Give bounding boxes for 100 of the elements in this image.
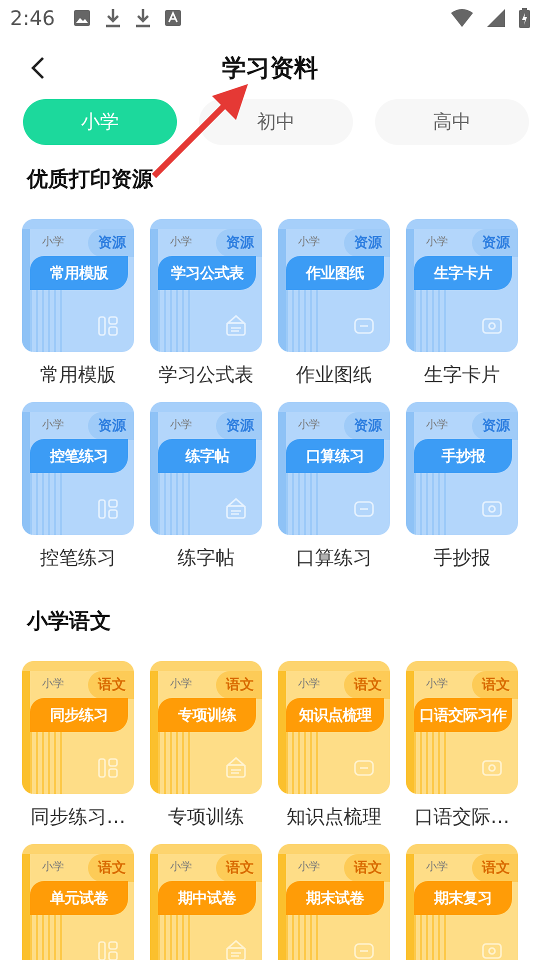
cover-stripes xyxy=(286,290,318,352)
cover-icon xyxy=(96,314,120,338)
download-icon xyxy=(104,8,121,28)
resource-cover[interactable]: 小学 资源 手抄报 xyxy=(406,402,518,535)
cover-stripes xyxy=(414,732,446,794)
cover-stripes xyxy=(30,473,62,535)
resource-label: 作业图纸 xyxy=(296,363,372,388)
cover-tag: 语文 xyxy=(344,854,390,882)
cover-icon xyxy=(96,939,120,960)
cover-title: 期末试卷 xyxy=(286,881,384,915)
resource-label: 生字卡片 xyxy=(424,363,500,388)
battery-icon xyxy=(519,8,530,28)
download-icon xyxy=(134,8,151,28)
cover-tag: 语文 xyxy=(216,671,262,699)
section-title: 小学语文 xyxy=(26,608,112,635)
resource-cover[interactable]: 小学 语文 口语交际习作 xyxy=(406,661,518,794)
cover-icon xyxy=(96,497,120,521)
status-time: 2:46 xyxy=(10,6,55,30)
resource-label: 口算练习 xyxy=(296,546,372,571)
wifi-icon xyxy=(451,9,473,27)
cover-stripes xyxy=(158,290,190,352)
cover-tag: 资源 xyxy=(88,229,134,257)
resource-cover[interactable]: 小学 资源 练字帖 xyxy=(150,402,262,535)
resource-cover[interactable]: 小学 语文 专项训练 xyxy=(150,661,262,794)
cover-title: 期中试卷 xyxy=(158,881,256,915)
cover-title: 控笔练习 xyxy=(30,439,128,473)
cover-stripes xyxy=(158,732,190,794)
cover-stripes xyxy=(414,915,446,960)
resource-label: 学习公式表 xyxy=(158,363,254,388)
grade-tab[interactable]: 初中 xyxy=(199,99,353,145)
cover-stripes xyxy=(30,732,62,794)
cover-icon xyxy=(224,314,248,338)
cover-tag: 资源 xyxy=(216,229,262,257)
cover-icon xyxy=(224,756,248,780)
cover-stripes xyxy=(414,290,446,352)
cover-tag: 资源 xyxy=(344,412,390,440)
cover-grade: 小学 xyxy=(170,676,192,691)
resource-cover[interactable]: 小学 语文 期末复习 xyxy=(406,844,518,960)
cover-grade: 小学 xyxy=(298,859,320,874)
resource-cover[interactable]: 小学 资源 学习公式表 xyxy=(150,219,262,352)
cover-stripes xyxy=(158,473,190,535)
cover-title: 期末复习 xyxy=(414,881,512,915)
resource-cover[interactable]: 小学 资源 作业图纸 xyxy=(278,219,390,352)
cover-stripes xyxy=(414,473,446,535)
resource-label: 手抄报 xyxy=(434,546,490,571)
cover-grade: 小学 xyxy=(42,234,64,249)
resource-cover[interactable]: 小学 资源 常用模版 xyxy=(22,219,134,352)
cover-grade: 小学 xyxy=(42,676,64,691)
cover-grade: 小学 xyxy=(298,234,320,249)
resource-cover[interactable]: 小学 语文 知识点梳理 xyxy=(278,661,390,794)
resource-label: 同步练习… xyxy=(30,805,126,830)
cover-stripes xyxy=(286,915,318,960)
cover-tag: 语文 xyxy=(472,671,518,699)
resource-label: 知识点梳理 xyxy=(286,805,382,830)
cover-title: 口语交际习作 xyxy=(414,698,512,732)
cover-stripes xyxy=(30,915,62,960)
cover-grade: 小学 xyxy=(298,417,320,432)
resource-cover[interactable]: 小学 语文 期末试卷 xyxy=(278,844,390,960)
cover-grade: 小学 xyxy=(298,676,320,691)
cover-stripes xyxy=(30,290,62,352)
cover-stripes xyxy=(286,732,318,794)
cover-tag: 语文 xyxy=(344,671,390,699)
cover-title: 作业图纸 xyxy=(286,256,384,290)
cover-title: 手抄报 xyxy=(414,439,512,473)
cover-grade: 小学 xyxy=(170,859,192,874)
cover-title: 练字帖 xyxy=(158,439,256,473)
cover-stripes xyxy=(286,473,318,535)
cover-tag: 语文 xyxy=(216,854,262,882)
cover-title: 常用模版 xyxy=(30,256,128,290)
cover-tag: 资源 xyxy=(216,412,262,440)
resource-label: 口语交际… xyxy=(414,805,510,830)
resource-cover[interactable]: 小学 语文 同步练习 xyxy=(22,661,134,794)
cover-title: 知识点梳理 xyxy=(286,698,384,732)
cover-title: 单元试卷 xyxy=(30,881,128,915)
resource-label: 控笔练习 xyxy=(40,546,116,571)
cover-title: 专项训练 xyxy=(158,698,256,732)
resource-cover[interactable]: 小学 资源 控笔练习 xyxy=(22,402,134,535)
resource-cover[interactable]: 小学 资源 生字卡片 xyxy=(406,219,518,352)
cover-title: 同步练习 xyxy=(30,698,128,732)
resource-cover[interactable]: 小学 语文 期中试卷 xyxy=(150,844,262,960)
resource-label: 常用模版 xyxy=(40,363,116,388)
grade-tab[interactable]: 高中 xyxy=(375,99,529,145)
section-title: 优质打印资源 xyxy=(25,166,154,193)
image-icon xyxy=(72,9,91,27)
cover-grade: 小学 xyxy=(426,234,448,249)
cover-title: 口算练习 xyxy=(286,439,384,473)
cover-tag: 资源 xyxy=(472,229,518,257)
signal-icon xyxy=(487,9,505,27)
resource-cover[interactable]: 小学 资源 口算练习 xyxy=(278,402,390,535)
grade-tab[interactable]: 小学 xyxy=(23,99,177,145)
cover-tag: 资源 xyxy=(88,412,134,440)
cover-tag: 语文 xyxy=(88,854,134,882)
cover-tag: 资源 xyxy=(344,229,390,257)
resource-label: 练字帖 xyxy=(178,546,234,571)
back-icon xyxy=(31,56,45,80)
cover-grade: 小学 xyxy=(426,676,448,691)
cover-grade: 小学 xyxy=(426,859,448,874)
resource-cover[interactable]: 小学 语文 单元试卷 xyxy=(22,844,134,960)
cover-icon xyxy=(96,756,120,780)
cover-grade: 小学 xyxy=(42,859,64,874)
